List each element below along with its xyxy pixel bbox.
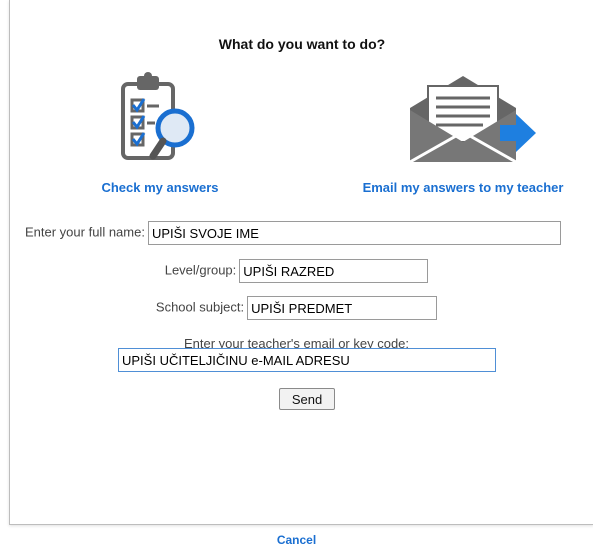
subject-label: School subject: (155, 299, 245, 315)
full-name-row: Enter your full name: (0, 221, 593, 245)
envelope-send-arrow-icon (409, 76, 536, 164)
cancel-link[interactable]: Cancel (0, 533, 593, 547)
teacher-row (0, 348, 593, 372)
check-answers-option[interactable]: Check my answers (80, 70, 240, 195)
teacher-email-input[interactable] (118, 348, 496, 372)
level-label: Level/group: (164, 262, 237, 278)
check-answers-label: Check my answers (101, 180, 219, 195)
level-input[interactable] (239, 259, 429, 283)
full-name-label: Enter your full name: (25, 224, 145, 240)
full-name-input[interactable] (147, 221, 561, 245)
email-teacher-option[interactable]: Email my answers to my teacher (328, 70, 593, 195)
dialog-title: What do you want to do? (218, 36, 386, 52)
email-teacher-label: Email my answers to my teacher (362, 180, 564, 195)
level-row: Level/group: (0, 259, 593, 283)
send-button[interactable]: Send (279, 388, 335, 410)
clipboard-checklist-magnifier-icon (121, 72, 195, 160)
subject-input[interactable] (247, 296, 438, 320)
subject-row: School subject: (0, 296, 593, 320)
